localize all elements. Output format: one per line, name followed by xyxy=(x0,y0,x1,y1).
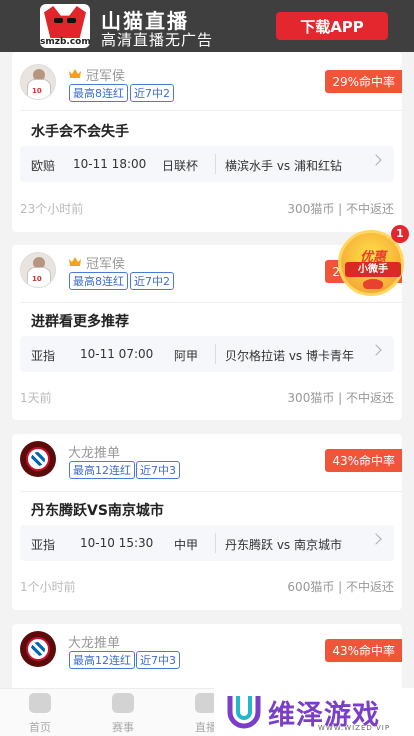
tip-card[interactable]: 10 冠军侯 最高8连红 近7中2 29%命中率 水手会不会失手 欧赔 10-1… xyxy=(12,52,402,232)
chevron-right-icon xyxy=(370,533,382,545)
avatar-jersey: 10 xyxy=(32,275,42,283)
author-avatar[interactable] xyxy=(20,441,56,477)
app-tagline: 高清直播无广告 xyxy=(101,31,214,49)
match-row[interactable]: 亚指 10-11 07:00 阿甲 贝尔格拉诺 vs 博卡青年 xyxy=(20,336,394,372)
chevron-right-icon xyxy=(370,154,382,166)
app-download-banner[interactable]: smzb.com 山猫直播 高清直播无广告 下载APP xyxy=(0,0,414,52)
trophy-icon xyxy=(112,693,134,713)
streak-tag: 最高12连红 xyxy=(69,461,135,479)
home-icon xyxy=(29,693,51,713)
divider xyxy=(20,110,402,111)
hit-rate-badge: 29%命中率 xyxy=(325,70,402,93)
price-info: 300猫币 | 不中返还 xyxy=(287,202,394,216)
watermark: 维泽游戏 WWW.WIZED VIP xyxy=(214,688,414,736)
recent-tag: 近7中3 xyxy=(136,651,180,669)
watermark-subtext: WWW.WIZED VIP xyxy=(318,724,391,732)
nav-label: 首页 xyxy=(29,721,51,734)
market-type: 欧赔 xyxy=(31,159,56,173)
price-info: 600猫币 | 不中返还 xyxy=(287,580,394,594)
divider xyxy=(20,491,402,492)
posted-time: 1天前 xyxy=(20,391,52,405)
avatar-jersey: 10 xyxy=(32,87,42,95)
club-crest-icon xyxy=(31,452,45,466)
logo-site-text: smzb.com xyxy=(40,37,90,47)
promo-float-button[interactable]: 优惠 小微手 1 xyxy=(338,225,409,296)
gift-icon xyxy=(363,279,383,289)
match-datetime: 10-10 15:30 xyxy=(80,536,154,550)
hit-rate-badge: 43%命中率 xyxy=(325,639,402,662)
logo-eye-left xyxy=(54,18,63,23)
author-name[interactable]: 冠军侯 xyxy=(86,253,125,272)
match-datetime: 10-11 07:00 xyxy=(80,347,154,361)
match-teams: 横滨水手 vs 浦和红钻 xyxy=(225,159,342,173)
tip-title[interactable]: 丹东腾跃VS南京城市 xyxy=(31,500,164,520)
recent-tag: 近7中2 xyxy=(130,84,174,102)
chevron-right-icon xyxy=(370,344,382,356)
separator xyxy=(215,344,216,364)
author-avatar[interactable]: 10 xyxy=(20,252,56,288)
watermark-logo-icon xyxy=(227,696,261,729)
logo-eye-right xyxy=(67,18,76,23)
author-name[interactable]: 冠军侯 xyxy=(86,65,125,84)
recent-tag: 近7中3 xyxy=(136,461,180,479)
crown-icon xyxy=(69,257,81,266)
tip-title[interactable]: 进群看更多推荐 xyxy=(31,311,129,331)
crown-icon xyxy=(69,69,81,78)
streak-tag: 最高12连红 xyxy=(69,651,135,669)
separator xyxy=(215,533,216,553)
nav-matches[interactable]: 赛事 xyxy=(93,689,153,736)
separator xyxy=(215,154,216,174)
league-name: 中甲 xyxy=(174,538,199,552)
author-avatar[interactable]: 10 xyxy=(20,64,56,100)
match-teams: 丹东腾跃 vs 南京城市 xyxy=(225,538,342,552)
streak-tag: 最高8连红 xyxy=(69,84,128,102)
posted-time: 23个小时前 xyxy=(20,202,84,216)
match-row[interactable]: 亚指 10-10 15:30 中甲 丹东腾跃 vs 南京城市 xyxy=(20,525,394,561)
posted-time: 1个小时前 xyxy=(20,580,76,594)
price-info: 300猫币 | 不中返还 xyxy=(287,391,394,405)
download-app-button[interactable]: 下载APP xyxy=(276,12,388,40)
lynx-logo-icon xyxy=(44,6,86,38)
notification-badge: 1 xyxy=(391,225,409,243)
app-logo: smzb.com xyxy=(40,4,90,48)
tip-title[interactable]: 水手会不会失手 xyxy=(31,121,129,141)
author-name[interactable]: 大龙推单 xyxy=(68,632,120,651)
market-type: 亚指 xyxy=(31,538,56,552)
nav-home[interactable]: 首页 xyxy=(10,689,70,736)
market-type: 亚指 xyxy=(31,349,56,363)
league-name: 阿甲 xyxy=(174,349,199,363)
match-row[interactable]: 欧赔 10-11 18:00 日联杯 横滨水手 vs 浦和红钻 xyxy=(20,146,394,182)
nav-label: 赛事 xyxy=(112,721,134,734)
hit-rate-badge: 43%命中率 xyxy=(325,449,402,472)
match-teams: 贝尔格拉诺 vs 博卡青年 xyxy=(225,349,354,363)
league-name: 日联杯 xyxy=(162,159,199,173)
tip-card[interactable]: 大龙推单 最高12连红 近7中3 43%命中率 丹东腾跃VS南京城市 亚指 10… xyxy=(12,434,402,610)
match-datetime: 10-11 18:00 xyxy=(73,157,147,171)
author-avatar[interactable] xyxy=(20,631,56,667)
streak-tag: 最高8连红 xyxy=(69,272,128,290)
promo-sub-label: 小微手 xyxy=(345,262,401,277)
divider xyxy=(20,302,402,303)
author-name[interactable]: 大龙推单 xyxy=(68,442,120,461)
recent-tag: 近7中2 xyxy=(130,272,174,290)
club-crest-icon xyxy=(31,642,45,656)
